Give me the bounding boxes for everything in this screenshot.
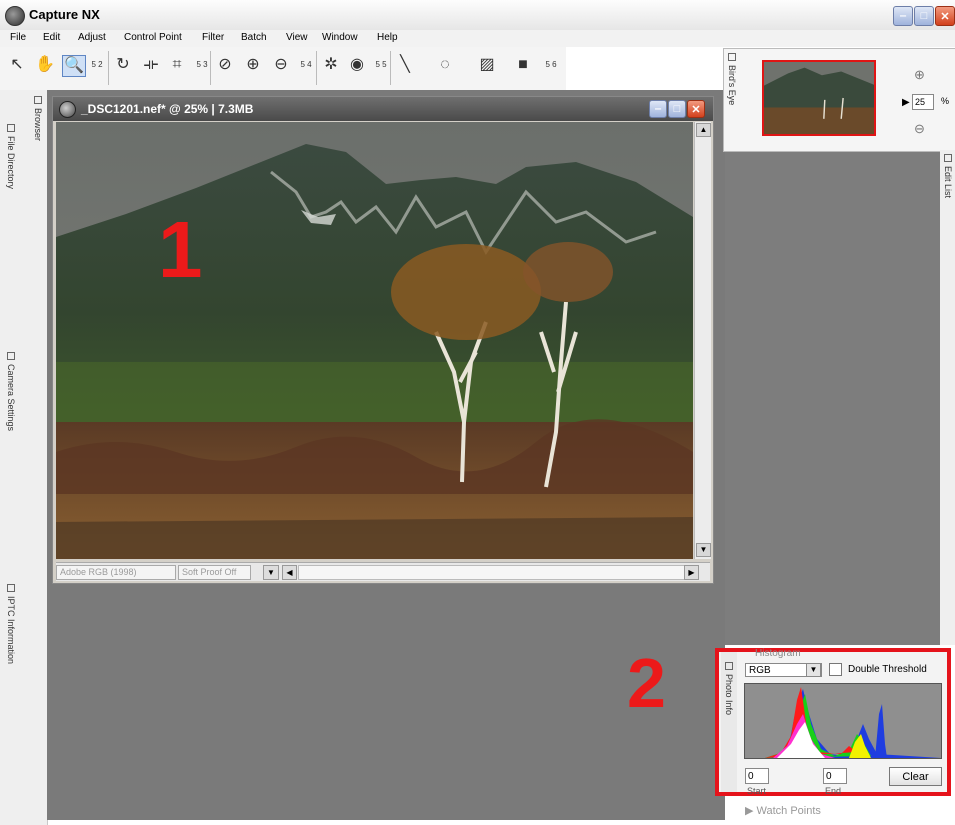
- scroll-right-icon[interactable]: ▶: [684, 565, 699, 580]
- tab-browser[interactable]: Browser: [33, 96, 43, 141]
- tab-file-directory[interactable]: File Directory: [6, 124, 16, 189]
- toolbar-divider: [210, 51, 211, 85]
- annotation-number-two: 2: [627, 644, 666, 722]
- menu-batch[interactable]: Batch: [241, 32, 267, 43]
- menu-window[interactable]: Window: [322, 32, 358, 43]
- tab-birds-eye-label: Bird's Eye: [727, 65, 737, 106]
- minimize-button[interactable]: ‒: [893, 6, 913, 26]
- zoom-in-icon[interactable]: ⊕: [914, 67, 925, 83]
- toolbar-divider: [316, 51, 317, 85]
- toolbar-group-label: 5 4: [300, 60, 312, 69]
- menu-bar: File Edit Adjust Control Point Filter Ba…: [0, 30, 955, 47]
- tab-photo-info[interactable]: Photo Info: [724, 662, 734, 715]
- photo-info-tab[interactable]: Photo Info: [721, 652, 737, 792]
- image-minimize-button[interactable]: ‒: [649, 100, 667, 118]
- clear-button[interactable]: Clear: [889, 767, 942, 786]
- start-value-field[interactable]: 0: [745, 768, 769, 784]
- tab-browser-label: Browser: [33, 108, 43, 142]
- toolbar-group-label: 5 2: [91, 60, 103, 69]
- brush-plus-icon[interactable]: ⊕: [242, 55, 264, 75]
- brush-minus-icon[interactable]: ⊖: [270, 55, 292, 75]
- toolbar: ↖ ✋ 🔍 5 2 ↻ ⟛ ⌗ 5 3 ⊘ ⊕ ⊖ 5 4 ✲ ◉ 5 5 ╲ …: [0, 47, 566, 91]
- tab-iptc-information-label: IPTC Information: [6, 596, 16, 665]
- zoom-pointer-icon: ▶: [902, 97, 910, 108]
- menu-file[interactable]: File: [10, 32, 26, 43]
- tab-file-directory-label: File Directory: [6, 136, 16, 190]
- tab-birds-eye[interactable]: Bird's Eye: [727, 53, 737, 105]
- menu-help[interactable]: Help: [377, 32, 398, 43]
- image-vertical-scrollbar[interactable]: ▲ ▼: [694, 122, 711, 559]
- scroll-up-icon[interactable]: ▲: [696, 123, 711, 137]
- tab-camera-settings[interactable]: Camera Settings: [6, 352, 16, 431]
- double-threshold-checkbox[interactable]: [829, 663, 842, 676]
- fill-icon[interactable]: ■: [512, 55, 534, 75]
- red-eye-icon[interactable]: ⊘: [214, 55, 236, 75]
- birds-eye-thumbnail[interactable]: [762, 60, 876, 136]
- menu-control-point[interactable]: Control Point: [124, 32, 182, 43]
- histogram-graph: [744, 683, 942, 759]
- app-title-bar: Capture NX ‒ □ ✕: [0, 0, 955, 31]
- scroll-left-icon[interactable]: ◀: [282, 565, 297, 580]
- app-title: Capture NX: [29, 7, 100, 22]
- image-window-title-bar: _DSC1201.nef* @ 25% | 7.3MB ‒ □ ✕: [53, 97, 713, 121]
- toolbar-divider: [390, 51, 391, 85]
- tab-photo-info-label: Photo Info: [724, 674, 734, 716]
- zoom-out-icon[interactable]: ⊖: [914, 121, 925, 137]
- rotate-icon[interactable]: ↻: [112, 55, 134, 75]
- gradient-icon[interactable]: ▨: [476, 55, 498, 75]
- tab-camera-settings-label: Camera Settings: [6, 364, 16, 432]
- status-dropdown-icon[interactable]: ▼: [263, 565, 279, 580]
- left-sidebar: Browser File Directory Camera Settings I…: [0, 90, 48, 825]
- select-arrow-icon[interactable]: ↖: [6, 55, 28, 75]
- image-window: _DSC1201.nef* @ 25% | 7.3MB ‒ □ ✕ ▲ ▼ Ad…: [52, 96, 714, 584]
- tab-iptc-information[interactable]: IPTC Information: [6, 584, 16, 664]
- image-horizontal-scrollbar[interactable]: [298, 565, 685, 580]
- toolbar-divider: [108, 51, 109, 85]
- toolbar-group-label: 5 6: [545, 60, 557, 69]
- start-label: Start: [747, 786, 767, 796]
- soft-proof-field[interactable]: Soft Proof Off: [178, 565, 251, 580]
- right-empty-area: [725, 150, 940, 645]
- chevron-down-icon[interactable]: ▼: [806, 663, 821, 677]
- menu-adjust[interactable]: Adjust: [78, 32, 106, 43]
- maximize-button[interactable]: □: [914, 6, 934, 26]
- menu-view[interactable]: View: [286, 32, 308, 43]
- color-space-field[interactable]: Adobe RGB (1998): [56, 565, 176, 580]
- double-threshold-label: Double Threshold: [848, 664, 927, 675]
- image-maximize-button[interactable]: □: [668, 100, 686, 118]
- color-control-point-icon[interactable]: ✲: [320, 55, 342, 75]
- document-icon: [59, 101, 76, 118]
- eye-icon[interactable]: ◉: [346, 55, 368, 75]
- annotation-number-one: 1: [158, 205, 203, 294]
- image-window-title: _DSC1201.nef* @ 25% | 7.3MB: [81, 102, 254, 116]
- watch-points-label: Watch Points: [756, 805, 821, 817]
- menu-filter[interactable]: Filter: [202, 32, 224, 43]
- zoom-unit: %: [941, 96, 950, 106]
- watch-points-header[interactable]: ▶ Watch Points: [745, 804, 821, 817]
- edit-list-sidebar: Edit List: [940, 150, 955, 645]
- scroll-down-icon[interactable]: ▼: [696, 543, 711, 557]
- zoom-tool-icon[interactable]: 🔍: [62, 55, 86, 77]
- hand-tool-icon[interactable]: ✋: [34, 55, 56, 75]
- end-value-field[interactable]: 0: [823, 768, 847, 784]
- toolbar-group-label: 5 5: [375, 60, 387, 69]
- histogram-title[interactable]: Histogram: [755, 648, 801, 659]
- end-label: End: [825, 786, 842, 796]
- line-tool-icon[interactable]: ╲: [394, 55, 416, 75]
- zoom-input[interactable]: 25: [912, 94, 934, 110]
- photo-canvas[interactable]: [56, 122, 693, 559]
- crop-icon[interactable]: ⌗: [166, 55, 188, 75]
- tab-edit-list[interactable]: Edit List: [943, 154, 953, 198]
- image-status-row: Adobe RGB (1998) Soft Proof Off ▼ ◀ ▶: [56, 562, 710, 581]
- image-close-button[interactable]: ✕: [687, 100, 705, 118]
- lasso-icon[interactable]: ◌: [434, 55, 456, 75]
- close-button[interactable]: ✕: [935, 6, 955, 26]
- menu-edit[interactable]: Edit: [43, 32, 60, 43]
- tab-edit-list-label: Edit List: [943, 166, 953, 199]
- straighten-icon[interactable]: ⟛: [140, 55, 162, 75]
- capture-nx-logo-icon: [5, 6, 25, 26]
